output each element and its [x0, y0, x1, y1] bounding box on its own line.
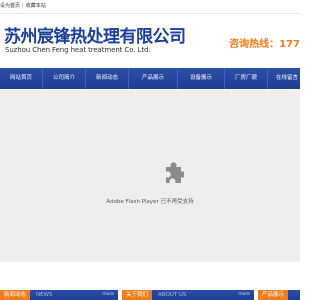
news-panel-subtitle: NEWS: [36, 292, 53, 298]
nav-item-equipment[interactable]: 设备展示: [178, 68, 225, 89]
nav-item-products[interactable]: 产品展示: [129, 68, 178, 89]
puzzle-piece-icon: [166, 162, 184, 183]
company-name-en: Suzhou Chen Feng heat treatment Co. Ltd.: [5, 46, 151, 54]
nav-item-about[interactable]: 公司简介: [43, 68, 86, 89]
about-more-link[interactable]: more: [238, 290, 250, 300]
about-panel-header: 关于我们 ABOUT US more: [122, 290, 254, 300]
news-panel-title: 新闻动态: [0, 290, 31, 300]
news-panel-header: 新闻动态 NEWS more: [0, 290, 118, 300]
hotline-text: 咨询热线：177: [229, 39, 300, 50]
flash-banner-area: [0, 90, 300, 262]
about-panel-subtitle: ABOUT US: [158, 292, 187, 298]
products-panel-header: 产品展示: [258, 290, 300, 300]
top-utility-bar: 设为首页 | 收藏本站: [0, 0, 300, 14]
flash-unsupported-message: Adobe Flash Player 已不再受支持: [106, 199, 194, 205]
set-homepage-link[interactable]: 设为首页: [0, 3, 20, 9]
products-panel-title: 产品展示: [258, 290, 289, 300]
bookmark-link[interactable]: 收藏本站: [26, 3, 46, 9]
utility-links: 设为首页 | 收藏本站: [0, 0, 46, 13]
nav-item-home[interactable]: 网站首页: [0, 68, 43, 89]
nav-item-message[interactable]: 在线留言: [268, 68, 306, 89]
bottom-panels: 新闻动态 NEWS more 关于我们 ABOUT US more 产品展示: [0, 262, 300, 300]
nav-item-news[interactable]: 新闻动态: [86, 68, 129, 89]
main-nav: 网站首页 公司简介 新闻动态 产品展示 设备展示 厂房厂貌 在线留言: [0, 68, 300, 89]
site-header: 苏州宸锋热处理有限公司 Suzhou Chen Feng heat treatm…: [0, 14, 300, 64]
nav-item-factory[interactable]: 厂房厂貌: [225, 68, 268, 89]
news-more-link[interactable]: more: [102, 290, 114, 300]
about-panel-title: 关于我们: [122, 290, 153, 300]
company-name-cn[interactable]: 苏州宸锋热处理有限公司: [4, 22, 186, 47]
